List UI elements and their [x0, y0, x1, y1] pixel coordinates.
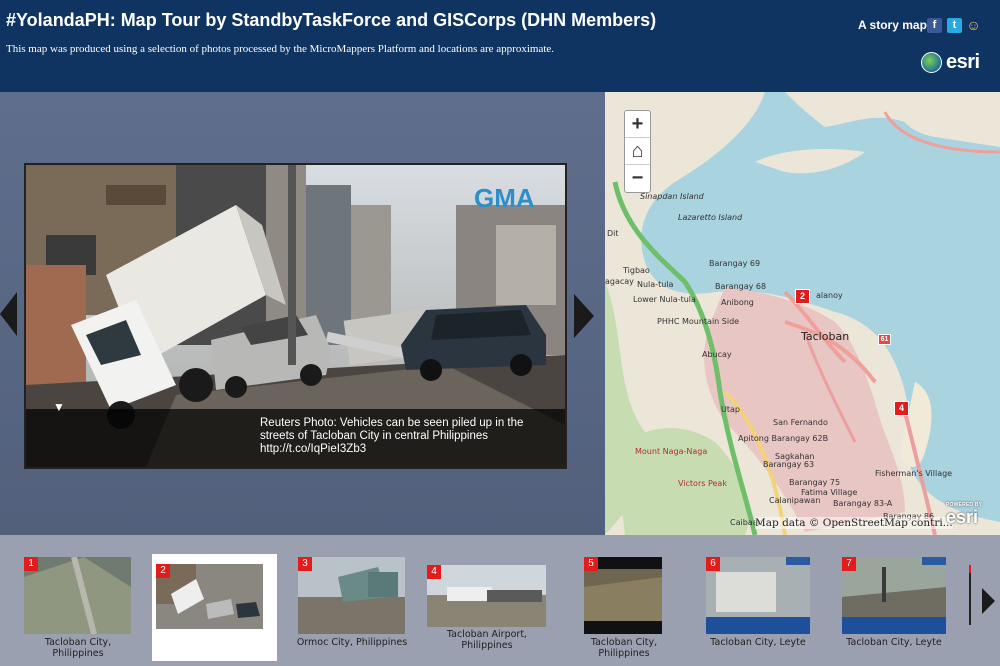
map-label: Apitong Barangay 62B [738, 434, 829, 443]
twitter-icon[interactable]: t [947, 18, 962, 33]
carousel-scrollbar[interactable] [969, 565, 971, 625]
thumbnail-image: 4 [427, 565, 546, 627]
thumbnail-image: 2 [156, 564, 263, 641]
thumbnail-item-selected[interactable]: 2 [152, 554, 277, 661]
home-icon[interactable]: ⌂ [625, 138, 650, 165]
photo-caption: Reuters Photo: Vehicles can be seen pile… [260, 417, 524, 455]
thumbnail-image: 7 [842, 557, 946, 634]
thumbnail-image: 1 [24, 557, 131, 634]
thumbnail-image: 3 [298, 557, 405, 634]
map-label: Tigbao [623, 266, 650, 275]
map-label: Barangay 83-A [833, 499, 893, 508]
map-label: Utap [721, 405, 740, 414]
map-label: Barangay 68 [715, 282, 767, 291]
map-label: Abucay [702, 350, 732, 359]
app-header: #YolandaPH: Map Tour by StandbyTaskForce… [0, 0, 1000, 92]
thumbnail-label: Tacloban City, Philippines [590, 637, 658, 659]
facebook-icon[interactable]: f [927, 18, 942, 33]
caption-bar: Reuters Photo: Vehicles can be seen pile… [26, 409, 565, 467]
thumbnail-number: 1 [24, 557, 38, 571]
esri-logo[interactable]: esri [921, 50, 980, 74]
story-map-link[interactable]: A story map [858, 18, 927, 32]
carousel-next-arrow-icon[interactable] [982, 588, 995, 614]
share-icon[interactable]: ☺ [966, 18, 981, 33]
thumbnail-image: 5 [584, 557, 691, 634]
next-arrow-icon[interactable] [574, 294, 594, 338]
map-label: Sinapdan Island [640, 192, 704, 201]
thumbnail-item[interactable]: 3 Ormoc City, Philippines [274, 535, 407, 666]
thumbnail-number: 5 [584, 557, 598, 571]
map-label: Victors Peak [678, 479, 727, 488]
thumbnail-number: 2 [156, 564, 170, 578]
thumbnail-number: 4 [427, 565, 441, 579]
map-label: Barangay 75 [789, 478, 841, 487]
map-label: Sagkahan [775, 452, 815, 461]
map-attribution[interactable]: Map data © OpenStreetMap contri... [755, 517, 953, 529]
powered-by-esri-badge[interactable]: POWERED BY esri [946, 502, 982, 526]
thumbnail-number: 7 [842, 557, 856, 571]
esri-badge-text: esri [946, 507, 979, 527]
map-label: Calanipawan [769, 496, 821, 505]
thumbnail-item[interactable]: 1 Tacloban City, Philippines [0, 535, 131, 666]
map-marker[interactable]: 4 [894, 401, 909, 416]
map-label: Dit [607, 229, 619, 238]
previous-arrow-icon[interactable] [0, 292, 17, 336]
map-label-city: Tacloban [801, 330, 850, 343]
page-title: #YolandaPH: Map Tour by StandbyTaskForce… [6, 10, 657, 30]
thumbnail-item[interactable]: 6 Tacloban City, Leyte [682, 535, 810, 666]
map-label: Lazaretto Island [678, 213, 743, 222]
map-label: Barangay 63 [763, 460, 815, 469]
gma-watermark: GMA [474, 183, 535, 213]
globe-icon [921, 51, 942, 73]
main-photo: GMA Reuters Photo: Vehicles can be seen … [24, 163, 567, 469]
thumbnail-number: 3 [298, 557, 312, 571]
map-label: agacay [605, 277, 634, 286]
thumbnail-label: Tacloban City, Leyte [710, 637, 806, 648]
thumbnail-number: 6 [706, 557, 720, 571]
zoom-out-button[interactable]: − [625, 165, 650, 192]
map-label: alanoy [816, 291, 843, 300]
map-marker[interactable]: 2 [795, 289, 810, 304]
map-marker[interactable]: 61 [878, 334, 891, 345]
thumbnail-label: Ormoc City, Philippines [296, 637, 408, 648]
thumbnail-image: 6 [706, 557, 810, 634]
esri-logo-text: esri [946, 50, 980, 73]
map-label: Mount Naga-Naga [635, 447, 708, 456]
map-label: Nula-tula [637, 280, 674, 289]
thumbnail-label: Tacloban City, Philippines [44, 637, 112, 659]
thumbnail-item[interactable]: 7 Tacloban City, Leyte [818, 535, 946, 666]
map-view[interactable]: + ⌂ − Sinapdan Island Lazaretto Island D… [605, 92, 1000, 535]
map-label: Lower Nula-tula [633, 295, 696, 304]
thumbnail-label: Tacloban City, Leyte [846, 637, 942, 648]
caption-toggle-icon[interactable]: ▼ [53, 400, 65, 414]
map-label: San Fernando [773, 418, 828, 427]
page-subtitle: This map was produced using a selection … [6, 43, 555, 55]
map-label: Fisherman's Village [875, 469, 953, 478]
map-label: PHHC Mountain Side [657, 317, 740, 326]
zoom-in-button[interactable]: + [625, 111, 650, 138]
map-label: Barangay 69 [709, 259, 761, 268]
thumbnail-label: Tacloban Airport, Philippines [446, 629, 528, 651]
map-label: Anibong [721, 298, 754, 307]
thumbnail-item[interactable]: 5 Tacloban City, Philippines [560, 535, 685, 666]
zoom-control: + ⌂ − [624, 110, 651, 193]
thumbnail-item[interactable]: 4 Tacloban Airport, Philippines [403, 535, 546, 666]
